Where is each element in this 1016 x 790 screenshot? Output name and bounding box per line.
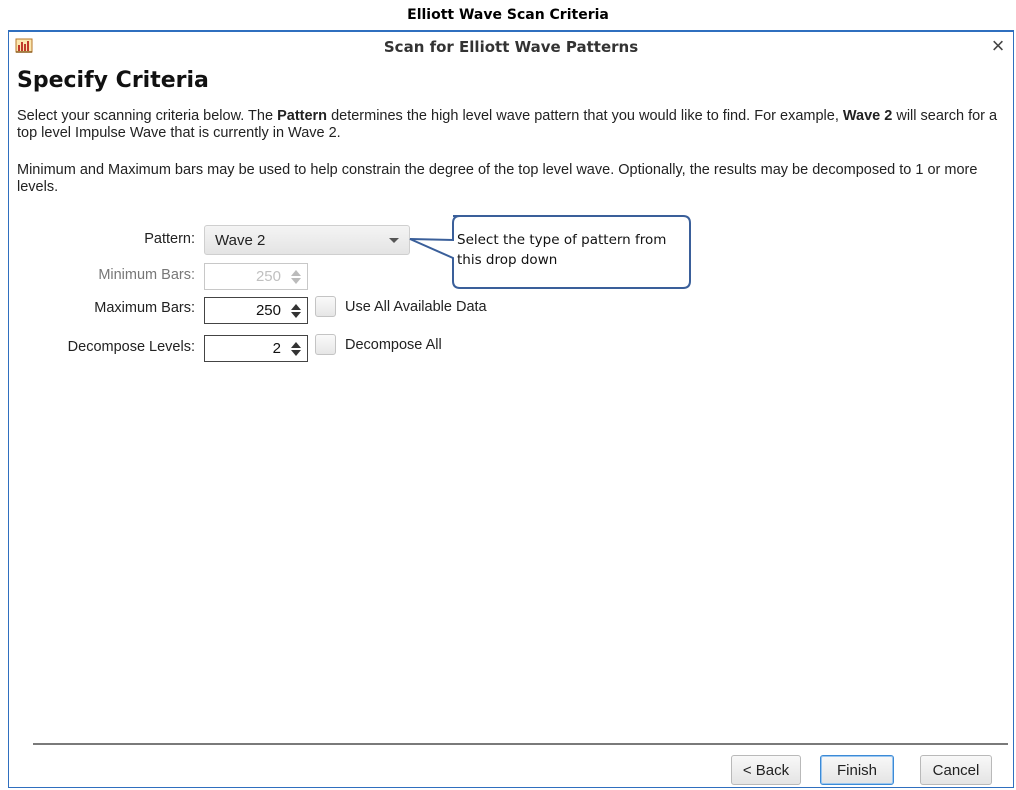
close-icon[interactable]: × [987, 34, 1009, 58]
min-bars-label: Minimum Bars: [98, 267, 195, 283]
decompose-all-label[interactable]: Decompose All [345, 337, 442, 353]
callout-text: Select the type of pattern from this dro… [457, 232, 667, 268]
decompose-levels-value: 2 [272, 340, 281, 357]
spinner-arrows-icon[interactable] [290, 341, 302, 357]
spinner-arrows-icon[interactable] [290, 269, 302, 285]
back-button[interactable]: < Back [731, 755, 801, 785]
page-heading: Specify Criteria [17, 68, 209, 93]
instructions-text-2: determines the high level wave pattern t… [327, 108, 843, 124]
scan-dialog: Scan for Elliott Wave Patterns × Specify… [8, 30, 1014, 788]
decompose-levels-label: Decompose Levels: [67, 339, 195, 355]
min-bars-value: 250 [255, 268, 281, 285]
chevron-down-icon [389, 238, 399, 243]
max-bars-value: 250 [255, 302, 281, 319]
decompose-levels-spinner[interactable]: 2 [204, 335, 308, 362]
dialog-titlebar[interactable]: Scan for Elliott Wave Patterns × [9, 32, 1013, 62]
min-bars-spinner[interactable]: 250 [204, 263, 308, 290]
instructions-text-1: Select your scanning criteria below. The [17, 108, 278, 124]
use-all-data-checkbox[interactable] [315, 296, 336, 317]
max-bars-label: Maximum Bars: [94, 300, 195, 316]
footer-divider [33, 743, 1008, 745]
instructions-bold-pattern: Pattern [277, 108, 328, 124]
dialog-title: Scan for Elliott Wave Patterns [383, 38, 639, 56]
bars-paragraph: Minimum and Maximum bars may be used to … [17, 162, 978, 195]
use-all-data-label[interactable]: Use All Available Data [345, 299, 487, 315]
pattern-value: Wave 2 [215, 231, 266, 249]
instructions-paragraph: Select your scanning criteria below. The… [17, 108, 1002, 142]
pattern-label: Pattern: [144, 231, 195, 247]
app-icon [15, 38, 33, 54]
max-bars-spinner[interactable]: 250 [204, 297, 308, 324]
cancel-button[interactable]: Cancel [920, 755, 992, 785]
decompose-all-checkbox[interactable] [315, 334, 336, 355]
document-caption: Elliott Wave Scan Criteria [407, 7, 609, 23]
finish-button[interactable]: Finish [820, 755, 894, 785]
spinner-arrows-icon[interactable] [290, 303, 302, 319]
instructions-bold-wave: Wave 2 [842, 108, 893, 124]
pattern-dropdown[interactable]: Wave 2 [204, 225, 410, 255]
pattern-callout: Select the type of pattern from this dro… [407, 214, 692, 290]
